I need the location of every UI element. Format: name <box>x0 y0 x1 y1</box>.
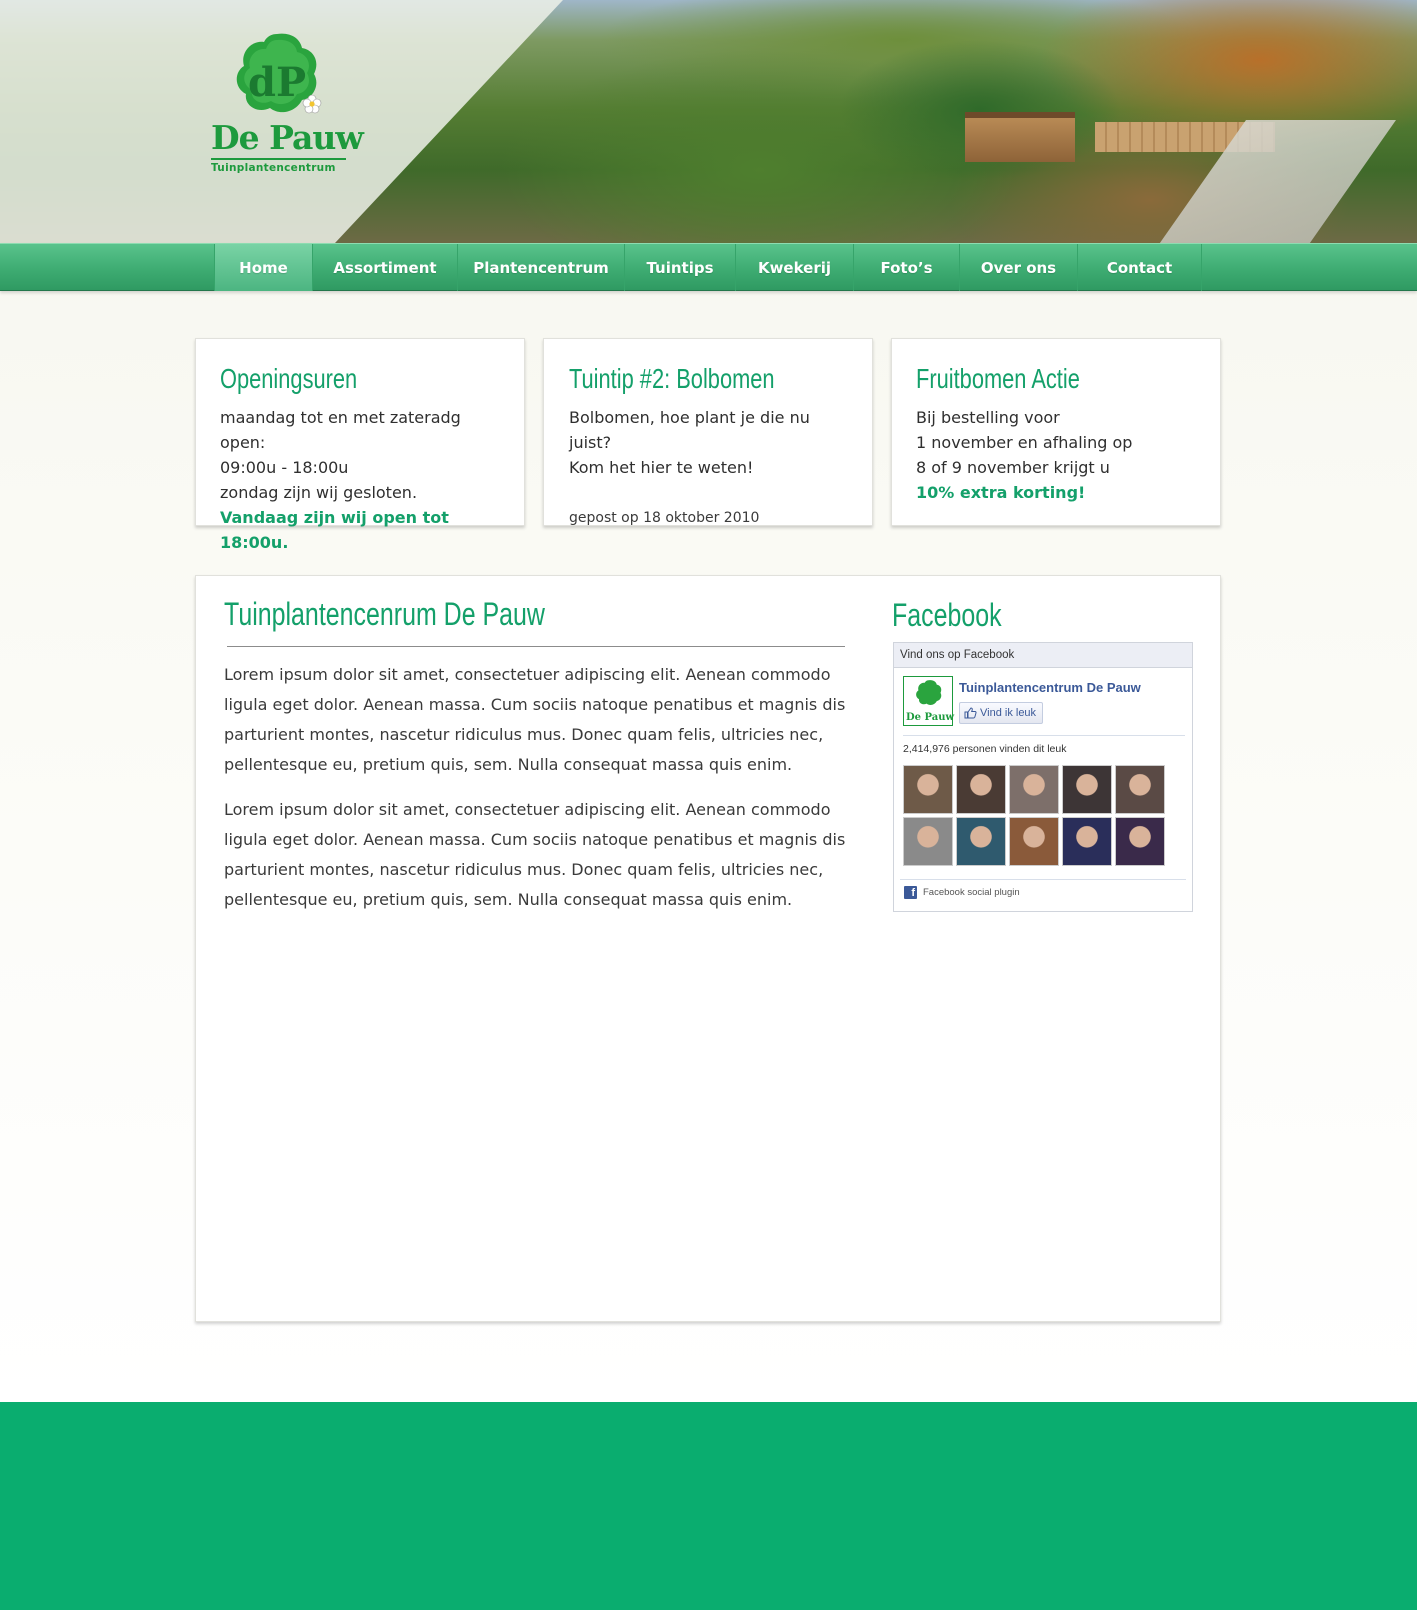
facebook-section-title: Facebook <box>892 597 1002 633</box>
title-divider <box>227 646 845 647</box>
facebook-like-count: 2,414,976 personen vinden dit leuk <box>903 743 1067 755</box>
nav-item-tuintips[interactable]: Tuintips <box>624 244 735 291</box>
facebook-fan-avatar[interactable] <box>1009 817 1059 866</box>
logo-tagline: Tuinplantencentrum <box>211 162 336 174</box>
facebook-page-info: De Pauw Tuinplantencentrum De Pauw Vind … <box>903 676 1185 736</box>
facebook-plugin-label: Facebook social plugin <box>923 887 1020 898</box>
card-garden-tip[interactable]: Tuintip #2: Bolbomen Bolbomen, hoe plant… <box>543 338 873 526</box>
header-banner: dP De Pauw Tuinplantencentrum <box>0 0 1417 243</box>
tree-logo-icon: dP <box>236 33 322 114</box>
hours-today-highlight: Vandaag zijn wij open tot 18:00u. <box>220 508 449 552</box>
page-title: Tuinplantencenrum De Pauw <box>224 596 545 632</box>
nav-item-contact[interactable]: Contact <box>1077 244 1201 291</box>
article-paragraph: Lorem ipsum dolor sit amet, consectetuer… <box>224 800 846 909</box>
hours-line-1: maandag tot en met zateradg open: <box>220 408 461 452</box>
promo-line-2: 1 november en afhaling op <box>916 433 1133 452</box>
main-navigation: Home Assortiment Plantencentrum Tuintips… <box>0 243 1417 291</box>
logo-brand-name: De Pauw <box>211 118 364 157</box>
tip-posted-date: gepost op 18 oktober 2010 <box>569 510 760 526</box>
facebook-fan-avatar[interactable] <box>1062 765 1112 814</box>
nav-item-fotos[interactable]: Foto’s <box>853 244 959 291</box>
nav-item-assortiment[interactable]: Assortiment <box>312 244 457 291</box>
card-title-fruit-trees: Fruitbomen Actie <box>916 363 1080 394</box>
facebook-fan-avatar[interactable] <box>1115 765 1165 814</box>
facebook-fan-avatar[interactable] <box>1115 817 1165 866</box>
main-content-panel: Tuinplantencenrum De Pauw Lorem ipsum do… <box>195 575 1221 1322</box>
nav-item-over-ons[interactable]: Over ons <box>959 244 1077 291</box>
facebook-plugin-footer: f Facebook social plugin <box>900 879 1186 899</box>
hours-line-2: 09:00u - 18:00u <box>220 458 349 477</box>
facebook-fan-avatar[interactable] <box>956 817 1006 866</box>
nav-item-kwekerij[interactable]: Kwekerij <box>735 244 853 291</box>
nav-list: Home Assortiment Plantencentrum Tuintips… <box>214 244 1202 291</box>
facebook-fan-avatar[interactable] <box>903 817 953 866</box>
card-title-garden-tip[interactable]: Tuintip #2: Bolbomen <box>569 363 787 395</box>
tip-line-2: Kom het hier te weten! <box>569 458 754 477</box>
hours-line-3: zondag zijn wij gesloten. <box>220 483 418 502</box>
facebook-fan-avatar[interactable] <box>1062 817 1112 866</box>
card-opening-hours: Openingsuren maandag tot en met zateradg… <box>195 338 525 552</box>
facebook-fan-avatar[interactable] <box>903 765 953 814</box>
card-fruit-trees-promo: Fruitbomen Actie Bij bestelling voor 1 n… <box>891 338 1221 526</box>
facebook-fan-avatar[interactable] <box>1009 765 1059 814</box>
facebook-page-avatar[interactable]: De Pauw <box>903 676 955 726</box>
facebook-fans-grid <box>903 765 1168 866</box>
promo-line-3: 8 of 9 november krijgt u <box>916 458 1110 477</box>
card-title-opening-hours: Openingsuren <box>220 363 358 394</box>
footer <box>0 1402 1417 1610</box>
article-body: Lorem ipsum dolor sit amet, consectetuer… <box>224 660 849 930</box>
logo-underline <box>211 158 346 160</box>
logo[interactable]: dP De Pauw Tuinplantencentrum <box>205 30 364 180</box>
facebook-icon: f <box>904 886 917 899</box>
banner-garden-shed <box>965 112 1075 162</box>
tree-logo-icon <box>916 680 942 705</box>
promo-line-1: Bij bestelling voor <box>916 408 1060 427</box>
facebook-fan-avatar[interactable] <box>956 765 1006 814</box>
facebook-like-button[interactable]: Vind ik leuk <box>959 702 1044 724</box>
tip-line-1: Bolbomen, hoe plant je die nu juist? <box>569 408 810 452</box>
thumbs-up-icon <box>964 707 977 719</box>
facebook-avatar-brand: De Pauw <box>906 712 955 723</box>
promo-discount-highlight: 10% extra korting! <box>916 483 1086 502</box>
nav-item-plantencentrum[interactable]: Plantencentrum <box>457 244 624 291</box>
svg-text:dP: dP <box>248 59 306 106</box>
article-paragraph: Lorem ipsum dolor sit amet, consectetuer… <box>224 665 846 774</box>
facebook-like-label: Vind ik leuk <box>980 707 1037 719</box>
nav-item-home[interactable]: Home <box>214 244 312 291</box>
facebook-like-box: Vind ons op Facebook De Pauw Tuinplanten… <box>893 642 1193 912</box>
facebook-box-header: Vind ons op Facebook <box>894 643 1192 668</box>
facebook-page-name-link[interactable]: Tuinplantencentrum De Pauw <box>959 680 1141 695</box>
